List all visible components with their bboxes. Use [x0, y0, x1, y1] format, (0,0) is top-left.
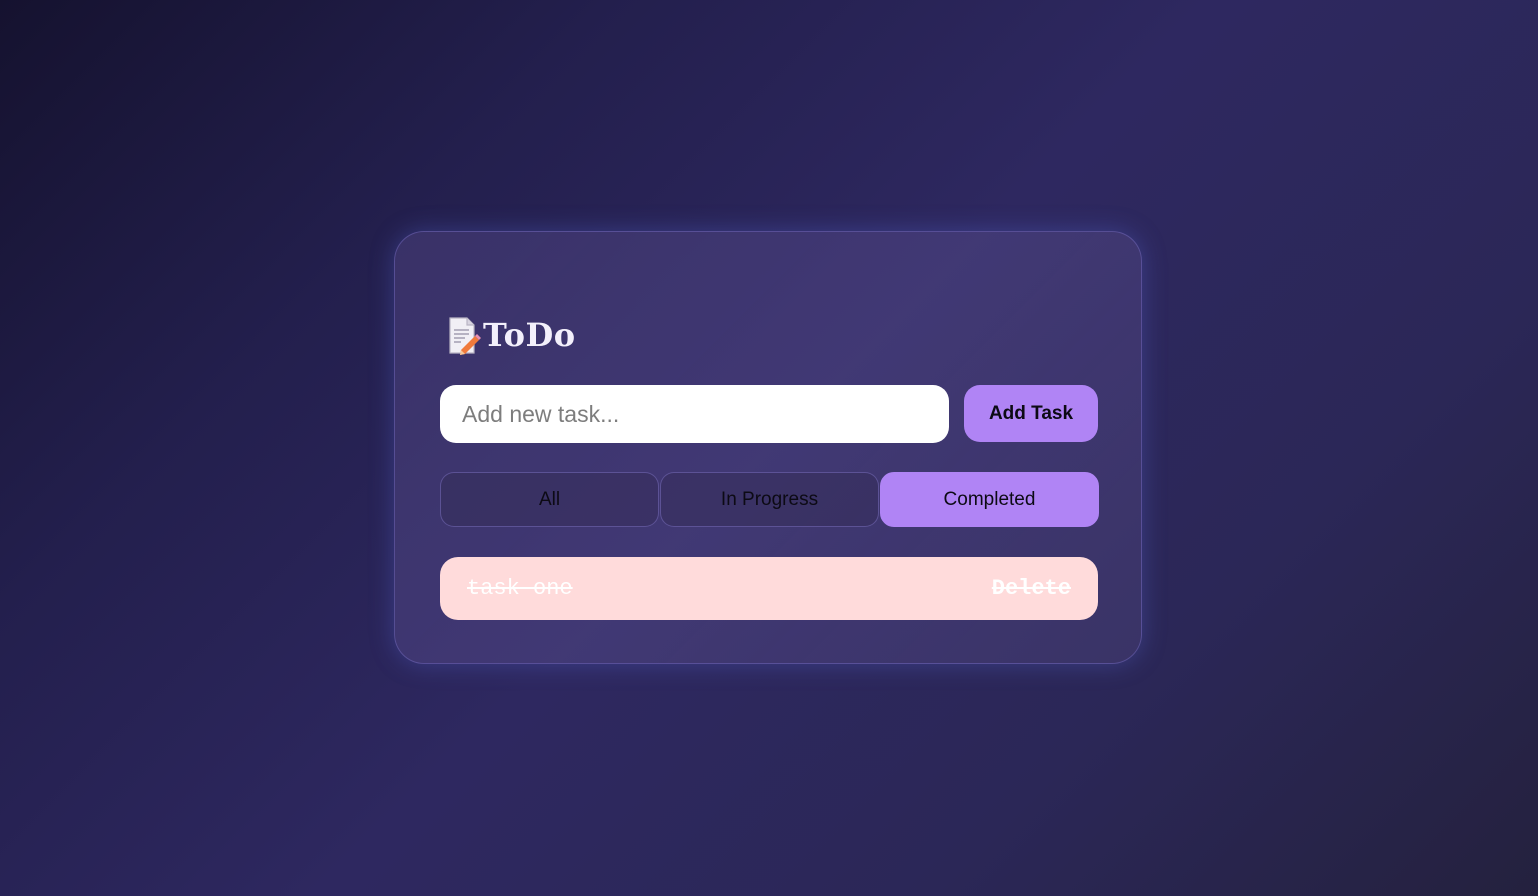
- app-title: ToDo: [447, 312, 576, 358]
- todo-card: ToDo Add Task All In Progress Completed …: [394, 231, 1142, 664]
- add-task-button[interactable]: Add Task: [964, 385, 1098, 442]
- filter-in-progress-button[interactable]: In Progress: [660, 472, 879, 527]
- filter-tabs: All In Progress Completed: [440, 472, 1099, 527]
- filter-all-button[interactable]: All: [440, 472, 659, 527]
- page-title: ToDo: [483, 316, 576, 354]
- delete-task-button[interactable]: Delete: [992, 576, 1071, 601]
- new-task-input[interactable]: [440, 385, 949, 443]
- filter-completed-button[interactable]: Completed: [880, 472, 1099, 527]
- task-item[interactable]: task one Delete: [440, 557, 1098, 620]
- task-text: task one: [467, 576, 573, 601]
- memo-icon: [447, 317, 481, 355]
